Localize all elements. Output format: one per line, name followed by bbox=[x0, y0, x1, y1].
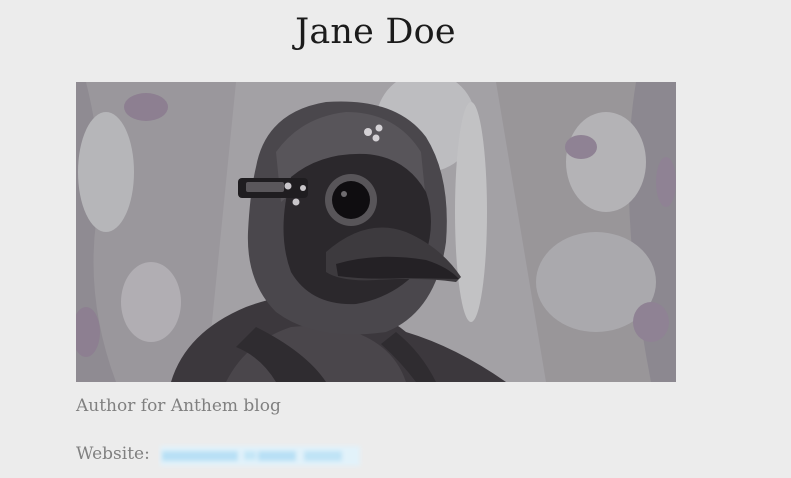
author-bio: Author for Anthem blog bbox=[76, 396, 281, 416]
website-link[interactable] bbox=[158, 443, 364, 469]
website-label: Website: bbox=[76, 444, 150, 464]
author-name: Jane Doe bbox=[295, 12, 456, 52]
author-photo bbox=[76, 82, 676, 382]
